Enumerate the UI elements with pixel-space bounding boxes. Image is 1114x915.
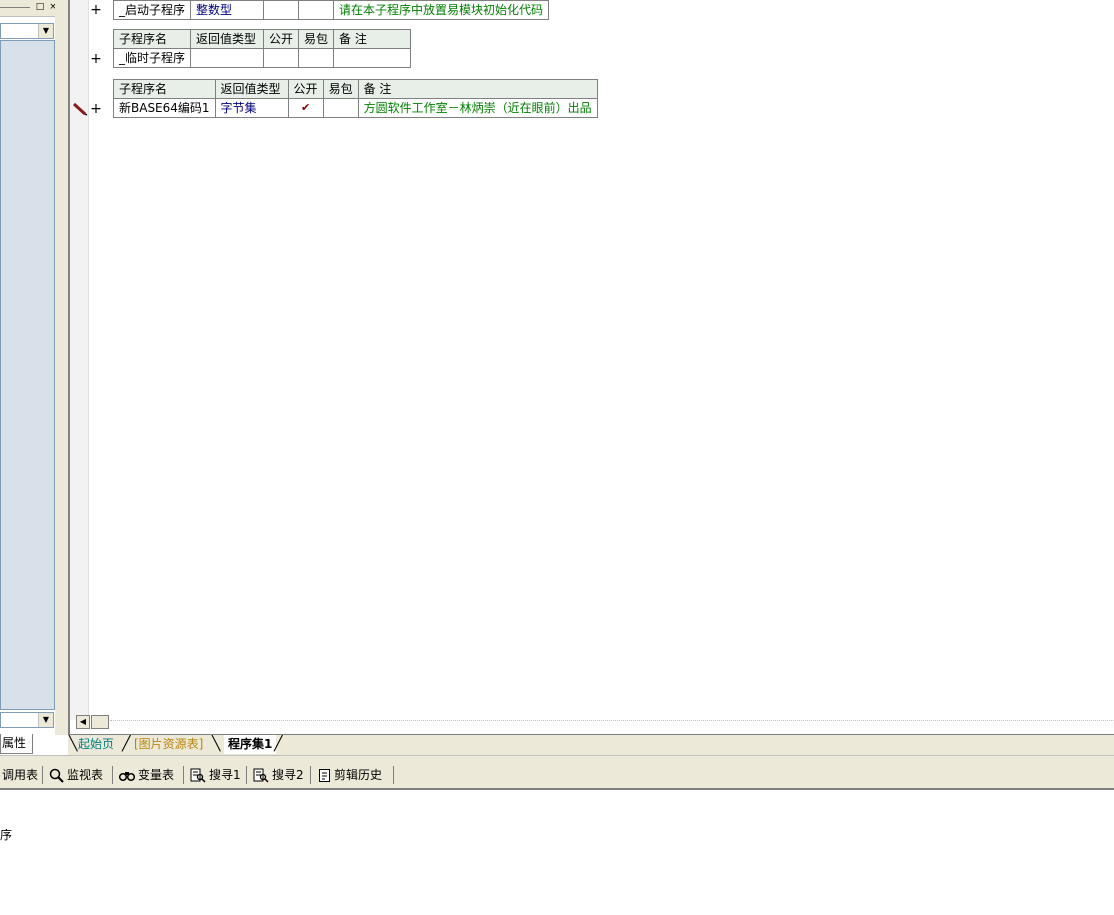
tab-assembly-1[interactable]: 程序集1 — [224, 735, 277, 754]
header-note: 备 注 — [357, 79, 598, 99]
chevron-down-icon[interactable]: ▼ — [38, 713, 53, 727]
toolbar-separator — [42, 766, 43, 784]
public-flag[interactable] — [263, 0, 300, 20]
property-panel — [0, 40, 55, 710]
toolbar-separator — [246, 766, 247, 784]
horizontal-scrollbar[interactable]: ◀ — [76, 714, 1114, 730]
editor-tab-bar: ╲ 起始页 ╱ [图片资源表] ╲ 程序集1 ╱ — [68, 734, 1114, 755]
public-check-icon[interactable]: ✔ — [287, 98, 324, 118]
toolbar-separator — [310, 766, 311, 784]
toolbar-clipboard-history-label: 剪辑历史 — [334, 768, 383, 782]
subroutine-name[interactable]: _启动子程序 — [112, 0, 192, 20]
subroutine-name[interactable]: _临时子程序 — [112, 48, 192, 68]
toolbar-variable-table[interactable]: 变量表 — [119, 766, 174, 784]
restore-icon[interactable]: □ — [35, 2, 45, 12]
panel-splitter[interactable] — [0, 755, 1114, 762]
titlebar-grip — [0, 7, 30, 8]
bottom-toolbar: 调用表 监视表 变量表 搜寻1 搜寻2 剪辑历史 — [0, 762, 1114, 790]
toolbar-watch-table[interactable]: 监视表 — [49, 766, 103, 784]
subroutine-table: _启动子程序 整数型 请在本子程序中放置易模块初始化代码 — [112, 0, 550, 20]
toolbar-search-1[interactable]: 搜寻1 — [190, 766, 241, 784]
table-row: _临时子程序 — [112, 48, 412, 68]
note-cell[interactable] — [333, 48, 412, 68]
expand-plus-icon[interactable]: + — [89, 52, 103, 66]
header-pkg: 易包 — [298, 29, 335, 49]
toolbar-separator — [183, 766, 184, 784]
table-row: 新BASE64编码1 字节集 ✔ 方圆软件工作室－林炳崇（近在眼前）出品 — [113, 98, 598, 118]
pkg-flag[interactable] — [322, 98, 359, 118]
toolbar-watch-table-label: 监视表 — [67, 768, 104, 782]
object-combo[interactable]: ▼ — [0, 23, 54, 39]
tab-start-page[interactable]: 起始页 — [78, 735, 114, 754]
header-pkg: 易包 — [322, 79, 359, 99]
header-public: 公开 — [287, 79, 324, 99]
left-splitter[interactable] — [55, 0, 68, 735]
binoculars-icon — [119, 771, 135, 781]
search-doc-icon — [253, 768, 269, 783]
table-row: _启动子程序 整数型 请在本子程序中放置易模块初始化代码 — [112, 0, 550, 20]
header-name: 子程序名 — [112, 29, 192, 49]
subroutine-table: 子程序名 返回值类型 公开 易包 备 注 新BASE64编码1 字节集 ✔ 方圆… — [113, 79, 598, 118]
property-combo[interactable]: ▼ — [0, 712, 54, 728]
tab-divider: ╱ — [274, 736, 283, 752]
pkg-flag[interactable] — [298, 0, 335, 20]
expand-plus-icon[interactable]: + — [89, 3, 103, 17]
return-type[interactable] — [190, 48, 265, 68]
toolbar-call-table[interactable]: 调用表 — [2, 766, 38, 784]
tab-divider: ╱ — [122, 736, 131, 752]
pkg-flag[interactable] — [298, 48, 335, 68]
search-doc-icon — [190, 768, 206, 783]
pencil-icon — [72, 102, 88, 116]
return-type[interactable]: 字节集 — [214, 98, 289, 118]
scroll-left-icon[interactable]: ◀ — [76, 715, 90, 729]
table-header-row: 子程序名 返回值类型 公开 易包 备 注 — [112, 29, 412, 49]
output-text: 序 — [0, 828, 13, 842]
note-cell[interactable]: 方圆软件工作室－林炳崇（近在眼前）出品 — [357, 98, 598, 118]
tab-properties-label: 属性 — [2, 736, 27, 750]
toolbar-search-1-label: 搜寻1 — [209, 768, 241, 782]
toolbar-separator — [393, 766, 394, 784]
header-name: 子程序名 — [113, 79, 216, 99]
public-flag[interactable] — [263, 48, 300, 68]
table-header-row: 子程序名 返回值类型 公开 易包 备 注 — [113, 79, 598, 99]
toolbar-search-2[interactable]: 搜寻2 — [253, 766, 304, 784]
scroll-thumb[interactable] — [91, 715, 109, 729]
tab-properties[interactable]: 属性 — [0, 734, 33, 754]
toolbar-search-2-label: 搜寻2 — [272, 768, 304, 782]
chevron-down-icon[interactable]: ▼ — [38, 24, 53, 38]
header-return-type: 返回值类型 — [190, 29, 265, 49]
scroll-track[interactable] — [110, 720, 1114, 721]
header-return-type: 返回值类型 — [214, 79, 289, 99]
header-note: 备 注 — [333, 29, 412, 49]
toolbar-variable-table-label: 变量表 — [138, 768, 175, 782]
clipboard-history-icon — [319, 769, 330, 782]
left-panel-titlebar: □ × — [0, 0, 62, 17]
tab-divider: ╲ — [69, 736, 78, 752]
tab-image-resources[interactable]: [图片资源表] — [134, 735, 203, 754]
subroutine-name[interactable]: 新BASE64编码1 — [113, 98, 216, 118]
header-public: 公开 — [263, 29, 300, 49]
magnifier-icon — [49, 768, 64, 783]
return-type[interactable]: 整数型 — [190, 0, 265, 20]
expand-plus-icon[interactable]: + — [89, 102, 103, 116]
toolbar-clipboard-history[interactable]: 剪辑历史 — [318, 766, 382, 784]
tab-divider: ╲ — [212, 736, 221, 752]
subroutine-table: 子程序名 返回值类型 公开 易包 备 注 _临时子程序 — [112, 29, 412, 68]
toolbar-separator — [112, 766, 113, 784]
note-cell[interactable]: 请在本子程序中放置易模块初始化代码 — [333, 0, 550, 20]
toolbar-call-table-label: 调用表 — [2, 768, 39, 782]
